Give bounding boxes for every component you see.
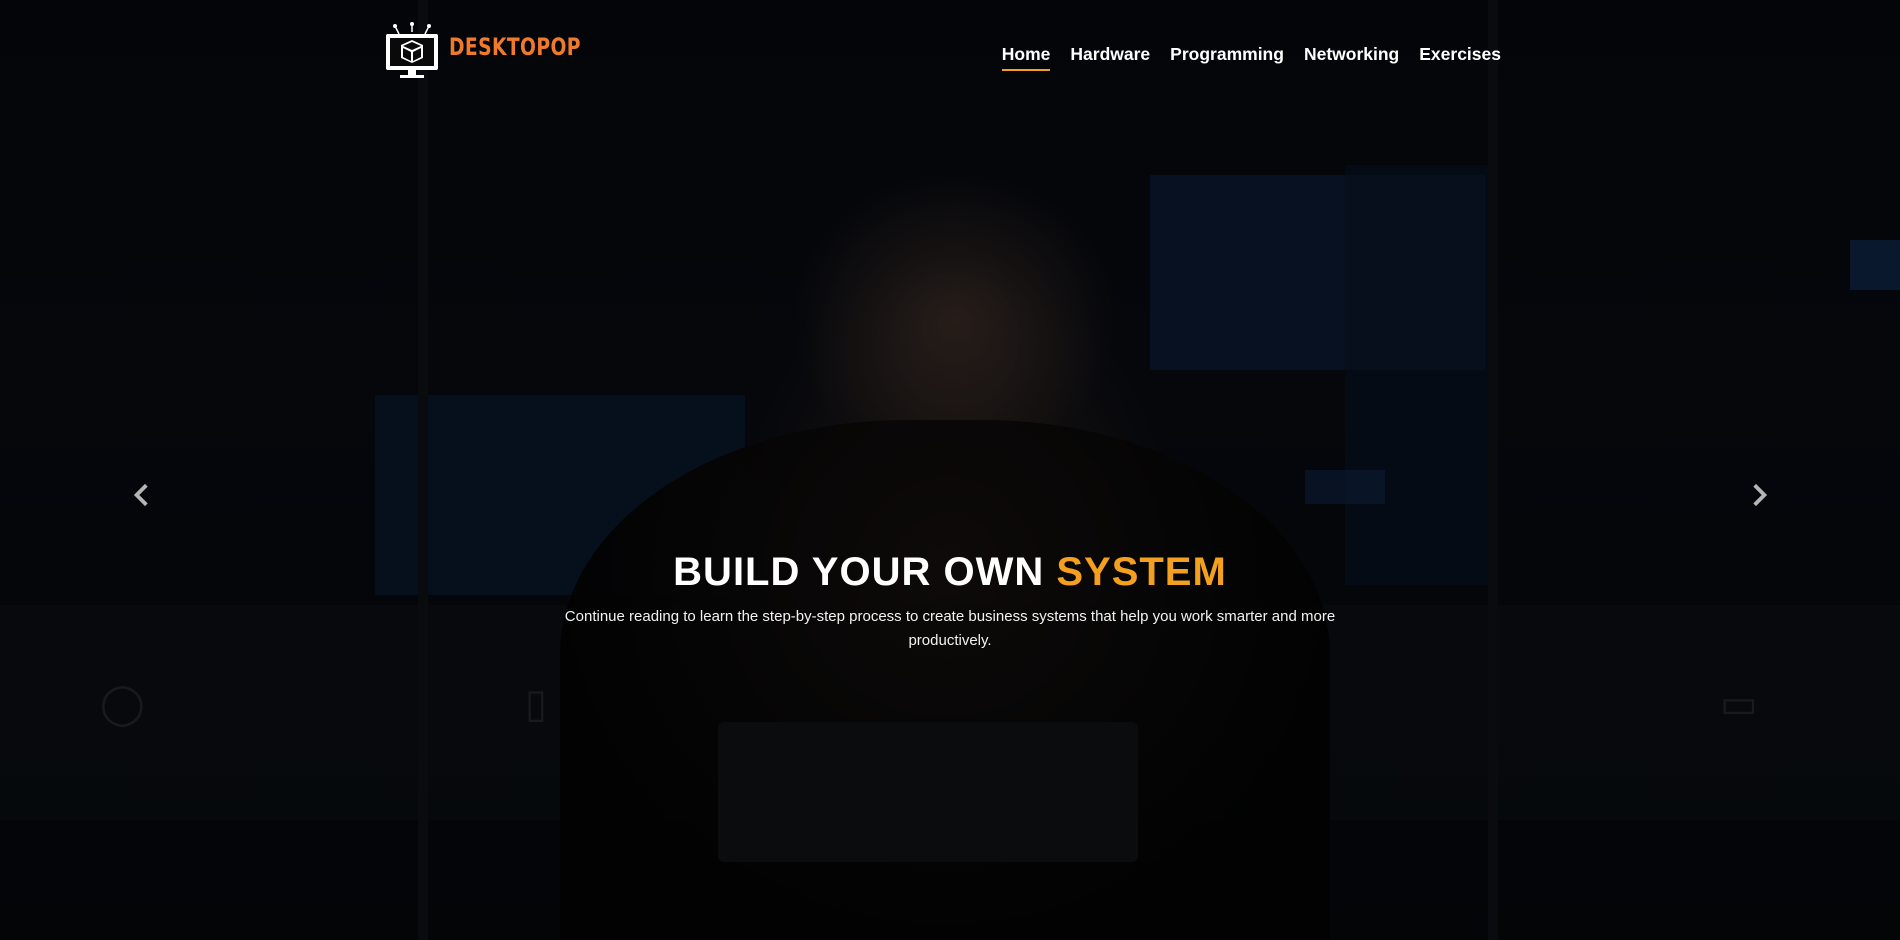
nav-item-exercises[interactable]: Exercises: [1419, 44, 1501, 68]
hero-caption: BUILD YOUR OWN SYSTEM Continue reading t…: [0, 543, 1900, 653]
hero-title: BUILD YOUR OWN SYSTEM: [0, 543, 1900, 601]
nav-item-hardware[interactable]: Hardware: [1070, 44, 1150, 68]
carousel-prev-button[interactable]: [129, 482, 155, 508]
chevron-right-icon: [1753, 483, 1768, 507]
computer-box-icon: [386, 22, 438, 78]
carousel-next-button[interactable]: [1746, 482, 1772, 508]
nav-item-networking[interactable]: Networking: [1304, 44, 1399, 68]
chevron-left-icon: [133, 483, 148, 507]
hero-title-main: BUILD YOUR OWN: [673, 550, 1057, 594]
hero-title-accent: SYSTEM: [1056, 550, 1227, 594]
hero-carousel: ◯ ▯ ▭ BUILD YOUR OWN SYSTEM Continue rea…: [0, 0, 1900, 940]
brand-name: DESKTOPOP: [449, 33, 581, 61]
main-nav: Home Hardware Programming Networking Exe…: [1001, 44, 1501, 71]
hero-overlay: [0, 0, 1900, 940]
nav-item-home[interactable]: Home: [1001, 44, 1050, 71]
site-header: DESKTOPOP Home Hardware Programming Netw…: [0, 0, 1900, 110]
brand-logo[interactable]: DESKTOPOP: [383, 22, 618, 80]
hero-description: Continue reading to learn the step-by-st…: [564, 608, 1336, 649]
nav-item-programming[interactable]: Programming: [1170, 44, 1284, 68]
